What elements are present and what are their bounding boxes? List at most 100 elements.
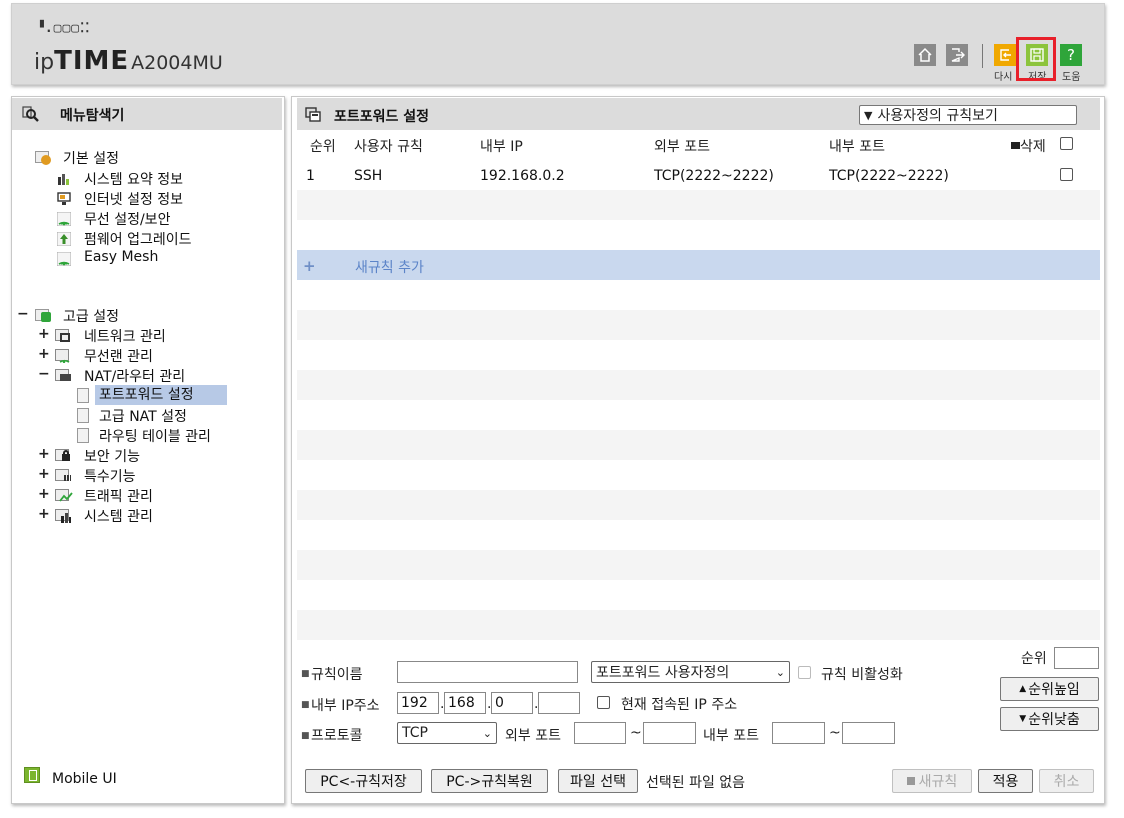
reload-button[interactable]: [994, 44, 1016, 66]
protocol-select[interactable]: TCP ⌄: [397, 722, 497, 744]
disable-rule-label: 규칙 비활성화: [821, 667, 903, 683]
monitor-icon: [57, 192, 71, 210]
tree-nat-router-management[interactable]: NAT/라우터 관리: [84, 366, 185, 386]
tree-basic-settings[interactable]: 기본 설정: [63, 148, 119, 168]
window-icon: [305, 107, 321, 122]
disable-rule-checkbox[interactable]: [798, 666, 811, 679]
bullet-icon: ■: [301, 731, 310, 741]
tree-network-management[interactable]: 네트워크 관리: [84, 326, 166, 346]
traffic-folder-icon: [55, 489, 73, 502]
home-icon: [918, 47, 932, 62]
col-user-rule: 사용자 규칙: [354, 139, 423, 155]
system-expand-toggle[interactable]: +: [38, 506, 50, 522]
page-icon: [77, 388, 89, 403]
rule-name-input[interactable]: [397, 661, 578, 683]
logo-mark: ▝.▢▢▢⁚⁚: [36, 21, 91, 36]
home-button[interactable]: [914, 44, 936, 66]
external-port-start-input[interactable]: [574, 722, 626, 744]
wireless-expand-toggle[interactable]: +: [38, 346, 50, 362]
table-row-empty: [297, 490, 1100, 520]
pc-save-rules-button[interactable]: PC<-규칙저장: [305, 769, 422, 793]
tree-easy-mesh[interactable]: Easy Mesh: [84, 249, 158, 265]
menu-explorer-panel: 메뉴탐색기 기본 설정 시스템 요약 정보 인터넷 설정 정보 무선 설정/보안…: [11, 96, 285, 804]
tree-security-functions[interactable]: 보안 기능: [84, 446, 140, 466]
rule-view-select[interactable]: ▼ 사용자정의 규칙보기: [859, 105, 1077, 125]
tree-routing-table-management[interactable]: 라우팅 테이블 관리: [99, 426, 211, 446]
mobile-ui-link[interactable]: Mobile UI: [52, 771, 117, 787]
firmware-icon: [56, 231, 72, 250]
wireless-folder-icon: [55, 349, 70, 363]
table-row-empty: [297, 310, 1100, 340]
help-button[interactable]: ?: [1060, 44, 1082, 66]
security-expand-toggle[interactable]: +: [38, 446, 50, 462]
nat-collapse-toggle[interactable]: −: [38, 366, 50, 382]
ip-octet-4[interactable]: [538, 692, 580, 714]
col-internal-ip: 내부 IP: [480, 139, 523, 155]
rank-up-label: 순위높임: [1028, 682, 1080, 698]
internal-port-end-input[interactable]: [842, 722, 895, 744]
rule-view-select-value: 사용자정의 규칙보기: [877, 108, 998, 124]
help-icon: ?: [1067, 46, 1075, 64]
save-highlight-frame: [1016, 37, 1056, 81]
tree-wireless-management[interactable]: 무선랜 관리: [84, 346, 153, 366]
tree-wireless-security[interactable]: 무선 설정/보안: [84, 209, 170, 229]
tree-traffic-management[interactable]: 트래픽 관리: [84, 486, 153, 506]
tree-port-forward-settings[interactable]: 포트포워드 설정: [95, 385, 227, 405]
tree-internet-info[interactable]: 인터넷 설정 정보: [84, 189, 183, 209]
advanced-collapse-toggle[interactable]: −: [17, 306, 29, 322]
special-expand-toggle[interactable]: +: [38, 466, 50, 482]
bullet-icon: ■: [301, 700, 310, 710]
cancel-button[interactable]: 취소: [1039, 769, 1094, 793]
tree-advanced-settings[interactable]: 고급 설정: [63, 306, 119, 326]
current-ip-checkbox[interactable]: [597, 696, 610, 709]
pc-restore-rules-button[interactable]: PC->규칙복원: [431, 769, 548, 793]
select-all-checkbox[interactable]: [1060, 137, 1073, 150]
plus-square-icon: [906, 777, 915, 785]
traffic-expand-toggle[interactable]: +: [38, 486, 50, 502]
tilde-separator: ~: [829, 725, 841, 741]
page-icon: [77, 428, 89, 443]
add-rule-link[interactable]: 새규칙 추가: [355, 257, 424, 277]
logo-time-text: TIME: [54, 46, 130, 76]
row-delete-checkbox[interactable]: [1060, 168, 1073, 181]
external-port-end-input[interactable]: [643, 722, 696, 744]
apply-button[interactable]: 적용: [978, 769, 1033, 793]
rank-down-button[interactable]: ▼ 순위낮춤: [1000, 707, 1099, 731]
new-rule-button[interactable]: 새규칙: [892, 769, 972, 793]
page-title: 포트포워드 설정: [334, 109, 430, 125]
page-icon: [77, 408, 89, 423]
protocol-label: 프로토콜: [311, 728, 363, 744]
row-rule-name: SSH: [354, 168, 383, 184]
ip-octet-2[interactable]: 168: [444, 692, 486, 714]
tree-system-management[interactable]: 시스템 관리: [84, 506, 153, 526]
row-rank: 1: [306, 168, 315, 184]
logout-button[interactable]: [946, 44, 968, 66]
special-folder-icon: [55, 469, 71, 481]
add-rule-plus-icon: +: [303, 257, 316, 275]
header-bar: ▝.▢▢▢⁚⁚ ipTIME A2004MU 다시 저장 ? 도움: [11, 3, 1105, 85]
file-select-button[interactable]: 파일 선택: [558, 769, 638, 793]
col-rank: 순위: [310, 139, 336, 155]
ip-octet-1[interactable]: 192: [397, 692, 439, 714]
rank-up-button[interactable]: ▲ 순위높임: [1000, 677, 1099, 701]
ip-octet-3[interactable]: 0: [491, 692, 533, 714]
model-name: A2004MU: [131, 52, 223, 74]
tree-firmware-upgrade[interactable]: 펌웨어 업그레이드: [84, 229, 192, 249]
logo: ipTIME A2004MU: [34, 46, 223, 76]
network-expand-toggle[interactable]: +: [38, 326, 50, 342]
help-label: 도움: [1062, 72, 1081, 83]
table-row-empty: [297, 610, 1100, 640]
nat-folder-icon: [55, 369, 71, 381]
tree-advanced-nat-settings[interactable]: 고급 NAT 설정: [99, 406, 187, 426]
triangle-up-icon: ▲: [1019, 684, 1027, 694]
col-internal-port: 내부 포트: [829, 139, 885, 155]
rank-input[interactable]: [1054, 647, 1099, 669]
logout-icon: [951, 48, 965, 62]
protocol-select-value: TCP: [402, 725, 428, 741]
tree-system-summary[interactable]: 시스템 요약 정보: [84, 169, 183, 189]
internal-port-start-input[interactable]: [772, 722, 825, 744]
tree-special-functions[interactable]: 특수기능: [84, 466, 136, 486]
rule-type-select[interactable]: 포트포워드 사용자정의 ⌄: [591, 661, 790, 683]
mobile-icon: [24, 767, 40, 783]
table-row[interactable]: 1 SSH 192.168.0.2 TCP(2222~2222) TCP(222…: [297, 160, 1100, 190]
